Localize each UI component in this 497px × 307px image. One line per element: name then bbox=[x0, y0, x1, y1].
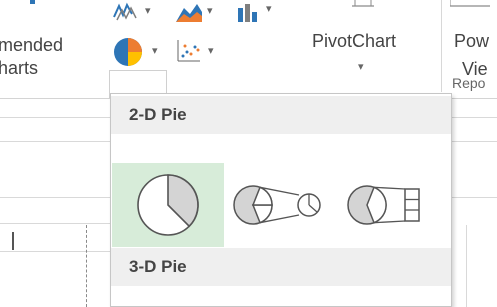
option-pie[interactable] bbox=[112, 163, 224, 247]
area-chart-icon bbox=[176, 4, 202, 22]
chevron-down-icon: ▾ bbox=[145, 5, 151, 17]
pie-chart-button[interactable]: ▾ bbox=[112, 36, 168, 68]
sheet-gridline bbox=[452, 197, 497, 198]
sheet-dashed-border bbox=[86, 225, 87, 307]
group-separator bbox=[441, 0, 442, 92]
pie-chart-gallery: 2-D Pie 3-D Pie bbox=[110, 93, 452, 307]
recommended-charts-label-line1: mended bbox=[0, 35, 64, 55]
pie-of-pie-icon bbox=[233, 185, 321, 225]
pie-icon bbox=[137, 174, 199, 236]
sheet-gridline bbox=[0, 251, 110, 252]
power-view-label-line1: Pow bbox=[454, 31, 490, 51]
sheet-gridline bbox=[0, 197, 110, 198]
pie-chart-icon bbox=[114, 38, 142, 66]
pivotchart-icon bbox=[352, 0, 374, 7]
pivotchart-label: PivotChart bbox=[312, 31, 397, 51]
scatter-chart-icon bbox=[177, 40, 200, 62]
sheet-gridline bbox=[0, 141, 110, 142]
sheet-column-header-edge bbox=[12, 232, 14, 250]
chevron-down-icon: ▾ bbox=[266, 3, 272, 15]
bar-of-pie-icon bbox=[347, 185, 420, 225]
section-header-2d-pie: 2-D Pie bbox=[111, 96, 451, 134]
option-bar-of-pie[interactable] bbox=[337, 163, 449, 247]
sheet-gridline bbox=[0, 117, 110, 118]
area-chart-button[interactable]: ▾ bbox=[175, 0, 220, 24]
recommended-charts-icon[interactable] bbox=[30, 0, 35, 4]
chevron-down-icon: ▾ bbox=[207, 5, 213, 17]
recommended-charts-label-line2: harts bbox=[0, 58, 39, 78]
chevron-down-icon: ▾ bbox=[152, 45, 158, 57]
statistic-chart-button[interactable]: ▾ bbox=[236, 0, 280, 24]
line-chart-icon bbox=[113, 2, 137, 21]
chevron-down-icon: ▾ bbox=[208, 45, 214, 57]
power-view-icon bbox=[450, 0, 490, 7]
reports-group-label: Repo bbox=[452, 75, 486, 91]
statistic-chart-icon bbox=[238, 4, 257, 22]
section-header-3d-pie: 3-D Pie bbox=[111, 248, 451, 286]
chevron-down-icon: ▾ bbox=[358, 61, 364, 73]
recommended-charts-label[interactable]: mended harts bbox=[0, 33, 63, 80]
sheet-gridline bbox=[0, 223, 110, 224]
scatter-chart-button[interactable]: ▾ bbox=[176, 36, 226, 66]
option-pie-of-pie[interactable] bbox=[225, 163, 337, 247]
sheet-column-border bbox=[466, 225, 467, 307]
sheet-gridline bbox=[452, 141, 497, 142]
line-chart-button[interactable]: ▾ bbox=[112, 0, 158, 22]
sheet-gridline bbox=[452, 117, 497, 118]
pivotchart-button[interactable]: PivotChart ▾ bbox=[308, 0, 420, 92]
